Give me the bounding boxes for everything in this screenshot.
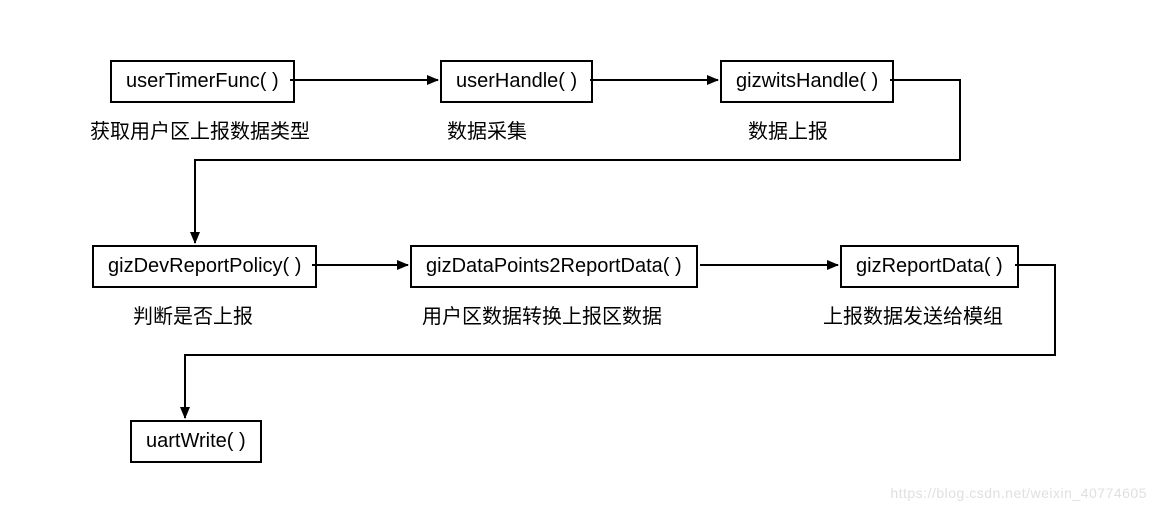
watermark-text: https://blog.csdn.net/weixin_40774605 bbox=[890, 485, 1147, 501]
caption-userTimerFunc: 获取用户区上报数据类型 bbox=[90, 115, 310, 144]
node-uartWrite: uartWrite( ) bbox=[130, 420, 262, 463]
caption-gizwitsHandle: 数据上报 bbox=[748, 115, 828, 144]
caption-userHandle: 数据采集 bbox=[447, 115, 527, 144]
node-gizDevReportPolicy: gizDevReportPolicy( ) bbox=[92, 245, 317, 288]
node-gizReportData: gizReportData( ) bbox=[840, 245, 1019, 288]
caption-gizDevReportPolicy: 判断是否上报 bbox=[133, 300, 253, 329]
node-gizwitsHandle: gizwitsHandle( ) bbox=[720, 60, 894, 103]
node-userHandle: userHandle( ) bbox=[440, 60, 593, 103]
caption-gizReportData: 上报数据发送给模组 bbox=[823, 300, 1003, 329]
caption-gizDataPoints2ReportData: 用户区数据转换上报区数据 bbox=[422, 300, 662, 329]
node-userTimerFunc: userTimerFunc( ) bbox=[110, 60, 295, 103]
node-gizDataPoints2ReportData: gizDataPoints2ReportData( ) bbox=[410, 245, 698, 288]
